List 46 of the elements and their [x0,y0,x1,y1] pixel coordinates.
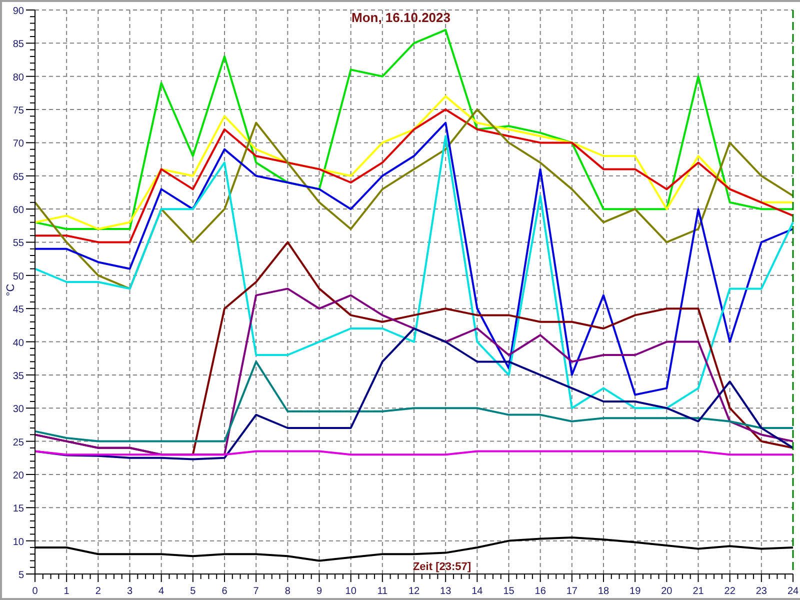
axis-tick-label: 85 [12,39,24,50]
axis-tick-label: 8 [284,586,290,597]
axis-tick-label: 10 [345,586,356,597]
axis-tick-label: 3 [126,586,133,597]
axis-tick-label: 35 [12,370,24,382]
axis-tick-label: 90 [12,6,24,17]
x-axis-label: Zeit [23:57] [412,561,472,573]
axis-tick-label: 80 [12,72,24,84]
axis-tick-label: 0 [32,586,38,597]
axis-tick-label: 60 [12,205,24,216]
axis-tick-label: 50 [12,271,24,282]
axis-tick-label: 21 [692,586,704,597]
axis-tick-label: 15 [12,504,24,515]
axis-tick-label: 45 [12,304,24,316]
axis-tick-label: 11 [377,586,388,597]
axis-tick-label: 1 [64,586,70,597]
axis-tick-label: 4 [158,586,164,597]
axis-tick-label: 9 [316,586,322,597]
axis-tick-label: 15 [503,586,514,597]
axis-tick-label: 40 [12,338,24,349]
axis-tick-label: 17 [566,586,578,597]
axis-tick-label: 30 [12,404,24,416]
axis-tick-label: 25 [12,437,24,448]
axis-tick-label: 22 [724,586,736,597]
axis-tick-label: 23 [756,586,767,597]
chart-title: Mon, 16.10.2023 [352,10,450,25]
axis-tick-label: 18 [598,586,610,597]
axis-tick-label: 10 [12,536,24,548]
axis-tick-label: 6 [222,586,228,597]
axis-tick-label: 75 [12,106,24,117]
axis-tick-label: 20 [661,586,672,597]
axis-tick-label: 24 [787,586,799,597]
axis-tick-label: 14 [472,586,483,597]
axis-tick-label: 19 [630,586,641,597]
axis-tick-label: 70 [12,138,24,150]
axis-tick-label: 7 [253,586,259,597]
y-axis-label: °C [5,284,17,296]
axis-tick-label: 5 [190,586,196,597]
axis-tick-label: 16 [534,586,546,597]
axis-tick-label: 13 [440,586,452,597]
axis-tick-label: 20 [12,470,24,482]
axis-tick-label: 65 [12,172,24,183]
axis-tick-label: 5 [18,570,24,581]
axis-tick-label: 2 [95,586,101,597]
axis-tick-label: 55 [12,238,24,250]
axis-tick-label: 12 [408,586,420,597]
